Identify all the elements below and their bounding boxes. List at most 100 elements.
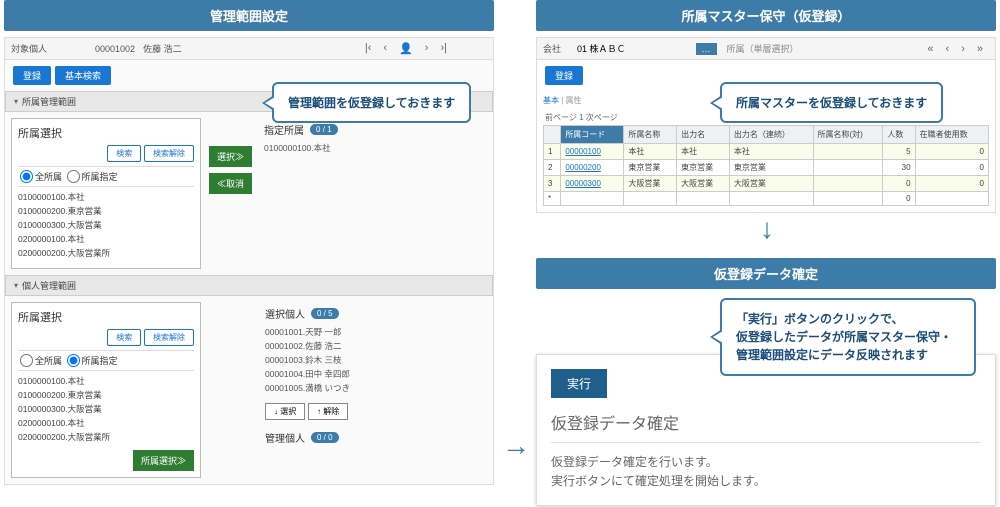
th-alt[interactable]: 所属名称(対)	[813, 126, 883, 144]
master-register-button[interactable]: 登録	[545, 66, 583, 85]
table-row[interactable]: 200000200東京営業東京営業東京営業300	[544, 160, 989, 176]
company-value: 01 株ＡＢＣ	[577, 42, 626, 55]
th-name[interactable]: 所属名称	[624, 126, 677, 144]
chevron-down-icon: ▾	[14, 281, 18, 290]
confirm-card: 実行 仮登録データ確定 仮登録データ確定を行います。 実行ボタンにて確定処理を開…	[536, 354, 996, 506]
selected-person-title: 選択個人	[265, 306, 305, 321]
list-item[interactable]: 0100000100.本社	[18, 374, 194, 388]
confirm-desc2: 実行ボタンにて確定処理を開始します。	[551, 472, 981, 491]
nav-last-icon[interactable]: ›|	[440, 42, 447, 55]
list-item[interactable]: 0200000200.大阪営業所	[18, 430, 194, 444]
assigned-dept-title: 指定所属	[264, 122, 304, 137]
dept-list2[interactable]: 0100000100.本社 0100000200.東京営業 0100000300…	[18, 374, 194, 446]
target-row: 対象個人 00001002 佐藤 浩二 |‹ ‹ 👤 › ›|	[5, 38, 493, 60]
list-item[interactable]: 0100000200.東京営業	[18, 388, 194, 402]
nav-prev-icon[interactable]: ‹	[383, 42, 387, 55]
list-item[interactable]: 0100000200.東京営業	[18, 204, 194, 218]
bubble-confirm: 「実行」ボタンのクリックで、 仮登録したデータが所属マスター保守・ 管理範囲設定…	[720, 298, 976, 376]
search-button[interactable]: 検索	[107, 329, 141, 346]
radio-select-label: 所属指定	[82, 172, 118, 182]
page-prev-link[interactable]: 前ページ	[545, 113, 577, 122]
execute-button[interactable]: 実行	[551, 369, 607, 398]
table-row[interactable]: 100000100本社本社本社50	[544, 144, 989, 160]
list-item[interactable]: 0200000100.本社	[18, 416, 194, 430]
radio-select-label2: 所属指定	[82, 356, 118, 366]
bubble-master: 所属マスターを仮登録しておきます	[720, 82, 943, 123]
person-item: 00001002.佐藤 浩二	[265, 339, 483, 353]
chevron-down-icon: ▾	[14, 97, 18, 106]
target-label: 対象個人	[11, 42, 47, 55]
dept-select-box: 所属選択 検索 検索解除 全所属 所属指定 0100000100.本社 0100…	[11, 118, 201, 269]
nav-first-icon[interactable]: |‹	[365, 42, 372, 55]
list-item[interactable]: 0200000300.名古屋営業所	[18, 260, 194, 262]
cancel-button[interactable]: ≪取消	[209, 173, 252, 194]
confirm-title: 仮登録データ確定	[536, 258, 996, 289]
selected-person-badge: 0 / 5	[311, 308, 339, 319]
dept-table: 所属コード 所属名称 出力名 出力名（連続） 所属名称(対) 人数 在職者使用数…	[543, 125, 989, 206]
company-label: 会社	[543, 42, 561, 55]
th-out2[interactable]: 出力名（連続）	[729, 126, 813, 144]
clear-search-button[interactable]: 検索解除	[144, 329, 194, 346]
table-row[interactable]: 300000300大阪営業大阪営業大阪営業00	[544, 176, 989, 192]
person-item: 00001005.満橋 いつき	[265, 381, 483, 395]
dept-label: 所属（単層選択）	[727, 42, 799, 55]
pick-button[interactable]: ↓ 選択	[265, 403, 305, 420]
list-item[interactable]: 0100000300.大阪営業	[18, 218, 194, 232]
list-item[interactable]: 0200000300.名古屋営業所	[18, 444, 194, 446]
th-cnt[interactable]: 人数	[883, 126, 915, 144]
th-emp[interactable]: 在職者使用数	[915, 126, 988, 144]
list-item[interactable]: 0200000100.本社	[18, 232, 194, 246]
clear-search-button[interactable]: 検索解除	[144, 145, 194, 162]
person-section-header[interactable]: ▾ 個人管理範囲	[5, 275, 493, 296]
page-next-link[interactable]: 次ページ	[586, 113, 618, 122]
target-name: 佐藤 浩二	[143, 42, 182, 55]
person-item: 00001001.天野 一郎	[265, 325, 483, 339]
person-item: 00001003.鈴木 三枝	[265, 353, 483, 367]
page-first-icon[interactable]: «	[927, 43, 933, 55]
th-code[interactable]: 所属コード	[561, 126, 624, 144]
company-lookup-button[interactable]: …	[696, 43, 717, 55]
radio-all-label: 全所属	[35, 172, 62, 182]
confirm-desc1: 仮登録データ確定を行います。	[551, 453, 981, 472]
nav-next-icon[interactable]: ›	[425, 42, 429, 55]
target-code: 00001002	[95, 44, 135, 54]
person-section-label: 個人管理範囲	[22, 279, 76, 292]
register-button[interactable]: 登録	[13, 66, 51, 85]
page-next-icon[interactable]: ›	[961, 43, 965, 55]
assigned-dept-badge: 0 / 1	[310, 124, 338, 135]
person-select-box: 所属選択 検索 検索解除 全所属 所属指定 0100000100.本社 0100…	[11, 302, 201, 478]
dept-select-button[interactable]: 所属選択≫	[133, 450, 194, 471]
confirm-heading: 仮登録データ確定	[551, 410, 981, 443]
list-item[interactable]: 0100000100.本社	[18, 190, 194, 204]
search-button[interactable]: 検索	[107, 145, 141, 162]
tab-attr[interactable]: 属性	[566, 96, 582, 105]
nav-person-icon[interactable]: 👤	[399, 42, 413, 55]
dept-list[interactable]: 0100000100.本社 0100000200.東京営業 0100000300…	[18, 190, 194, 262]
list-item[interactable]: 0100000300.大阪営業	[18, 402, 194, 416]
radio-select-dept2[interactable]	[67, 354, 80, 367]
bubble-left: 管理範囲を仮登録しておきます	[272, 82, 471, 123]
radio-all-dept[interactable]	[20, 170, 33, 183]
th-num	[544, 126, 561, 144]
dept-section-label: 所属管理範囲	[22, 95, 76, 108]
page-prev-icon[interactable]: ‹	[946, 43, 950, 55]
radio-all-dept2[interactable]	[20, 354, 33, 367]
mgmt-person-badge: 0 / 0	[311, 432, 339, 443]
assigned-dept-item: 0100000100.本社	[264, 141, 483, 155]
radio-select-dept[interactable]	[67, 170, 80, 183]
page-number[interactable]: 1	[579, 113, 583, 122]
radio-all-label2: 全所属	[35, 356, 62, 366]
basic-search-button[interactable]: 基本検索	[55, 66, 111, 85]
list-item[interactable]: 0200000200.大阪営業所	[18, 246, 194, 260]
arrow-down-icon: ↓	[760, 213, 774, 245]
person-item: 00001004.田中 幸四郎	[265, 367, 483, 381]
left-title: 管理範囲設定	[4, 0, 494, 31]
arrow-right-icon: →	[502, 430, 530, 462]
th-out1[interactable]: 出力名	[677, 126, 730, 144]
table-row[interactable]: *0	[544, 192, 989, 206]
page-last-icon[interactable]: »	[977, 43, 983, 55]
mgmt-person-title: 管理個人	[265, 430, 305, 445]
tab-basic[interactable]: 基本	[543, 96, 559, 105]
select-button[interactable]: 選択≫	[209, 146, 252, 167]
unpick-button[interactable]: ↑ 解除	[308, 403, 348, 420]
